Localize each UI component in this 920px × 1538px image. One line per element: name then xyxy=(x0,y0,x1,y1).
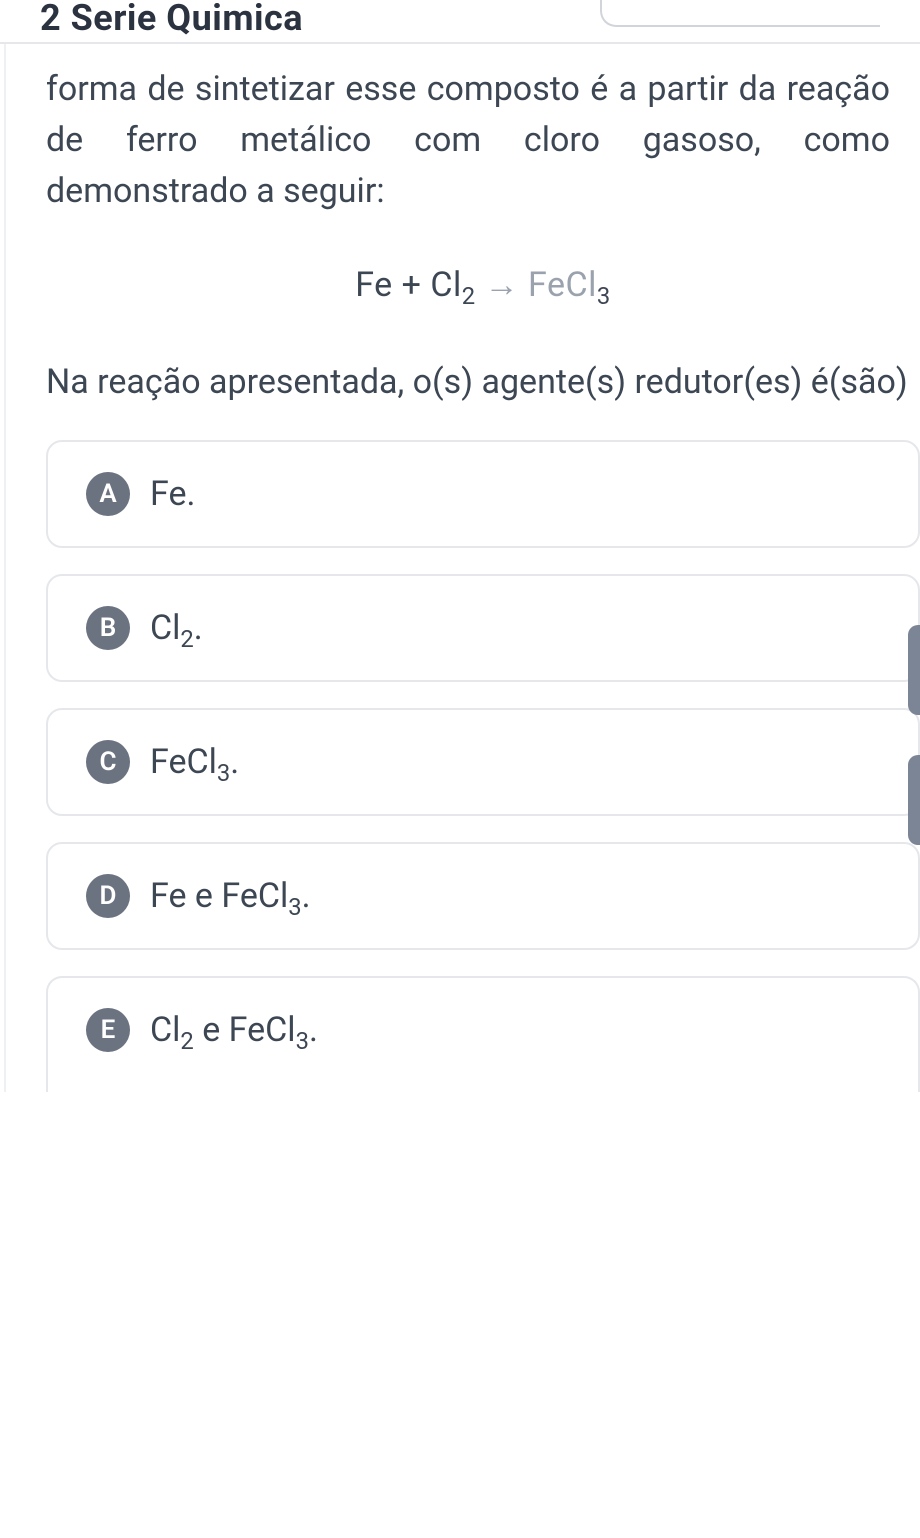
side-tab-2[interactable] xyxy=(908,755,920,845)
question-prompt: Na reação apresentada, o(s) agente(s) re… xyxy=(46,357,920,408)
option-badge-a: A xyxy=(86,472,130,516)
option-c-post: . xyxy=(230,742,239,782)
reaction-arrow: → FeCl xyxy=(476,265,597,305)
option-d-sub: 3 xyxy=(288,893,301,921)
option-b[interactable]: B Cl2. xyxy=(46,574,920,682)
option-e-sub2: 3 xyxy=(296,1027,309,1055)
option-text-d: Fe e FeCl3. xyxy=(150,876,311,916)
option-e-pre1: Cl xyxy=(150,1010,180,1050)
reaction-lhs: Fe + Cl xyxy=(355,265,462,305)
side-tab-1[interactable] xyxy=(908,625,920,715)
option-a[interactable]: A Fe. xyxy=(46,440,920,548)
breadcrumb: 2 Serie Quimica xyxy=(40,13,303,23)
option-badge-c: C xyxy=(86,740,130,784)
question-content: forma de sintetizar esse composto é a pa… xyxy=(4,44,920,1092)
option-c-sub: 3 xyxy=(217,759,230,787)
option-b-sub: 2 xyxy=(180,625,193,653)
option-c[interactable]: C FeCl3. xyxy=(46,708,920,816)
search-input[interactable] xyxy=(600,0,880,27)
option-e-sub1: 2 xyxy=(180,1027,193,1055)
option-text-a: Fe. xyxy=(150,474,195,514)
option-d-post: . xyxy=(302,876,311,916)
reaction-equation: Fe + Cl2 → FeCl3 xyxy=(46,265,920,305)
option-c-pre: FeCl xyxy=(150,742,217,782)
top-bar: 2 Serie Quimica xyxy=(0,0,920,44)
option-b-post: . xyxy=(194,608,203,648)
reaction-sub2: 3 xyxy=(597,282,611,310)
option-e-mid: e FeCl xyxy=(194,1010,296,1050)
option-badge-d: D xyxy=(86,874,130,918)
side-tabs xyxy=(908,625,920,845)
option-badge-b: B xyxy=(86,606,130,650)
option-text-e: Cl2 e FeCl3. xyxy=(150,1010,318,1050)
question-paragraph: forma de sintetizar esse composto é a pa… xyxy=(46,64,920,217)
option-d[interactable]: D Fe e FeCl3. xyxy=(46,842,920,950)
options-list: A Fe. B Cl2. C FeCl3. D Fe e FeCl3. E Cl… xyxy=(46,440,920,1092)
option-text-b: Cl2. xyxy=(150,608,203,648)
option-b-pre: Cl xyxy=(150,608,180,648)
option-d-pre: Fe e FeCl xyxy=(150,876,288,916)
option-e-post: . xyxy=(309,1010,318,1050)
option-text-c: FeCl3. xyxy=(150,742,239,782)
reaction-sub1: 2 xyxy=(462,282,476,310)
option-badge-e: E xyxy=(86,1008,130,1052)
option-e[interactable]: E Cl2 e FeCl3. xyxy=(46,976,920,1092)
